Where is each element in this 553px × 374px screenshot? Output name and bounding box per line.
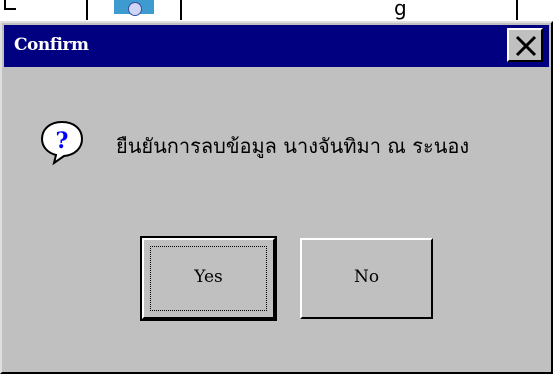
background-divider [516, 0, 518, 20]
no-button[interactable]: No [300, 238, 433, 319]
close-button[interactable] [507, 28, 543, 62]
dialog-titlebar: Confirm [4, 25, 549, 67]
question-icon: ? [40, 120, 84, 166]
confirm-message: ยืนยันการลบข้อมูล นางจันทิมา ณ ระนอง [116, 134, 470, 158]
no-button-label: No [353, 267, 380, 287]
dialog-title: Confirm [14, 35, 89, 55]
close-icon [515, 35, 537, 57]
svg-text:?: ? [56, 128, 69, 154]
yes-button[interactable]: Yes [140, 236, 277, 321]
background-app-icon [114, 0, 154, 16]
background-divider [86, 0, 88, 20]
yes-button-label: Yes [194, 267, 223, 287]
background-divider [180, 0, 182, 20]
background-glyph: g [394, 0, 407, 20]
confirm-dialog: Confirm ? ยืนยันการลบข้อมูล นางจันทิมา ณ… [0, 21, 553, 374]
background-fragment [4, 0, 16, 10]
background-strip: g [0, 0, 553, 22]
